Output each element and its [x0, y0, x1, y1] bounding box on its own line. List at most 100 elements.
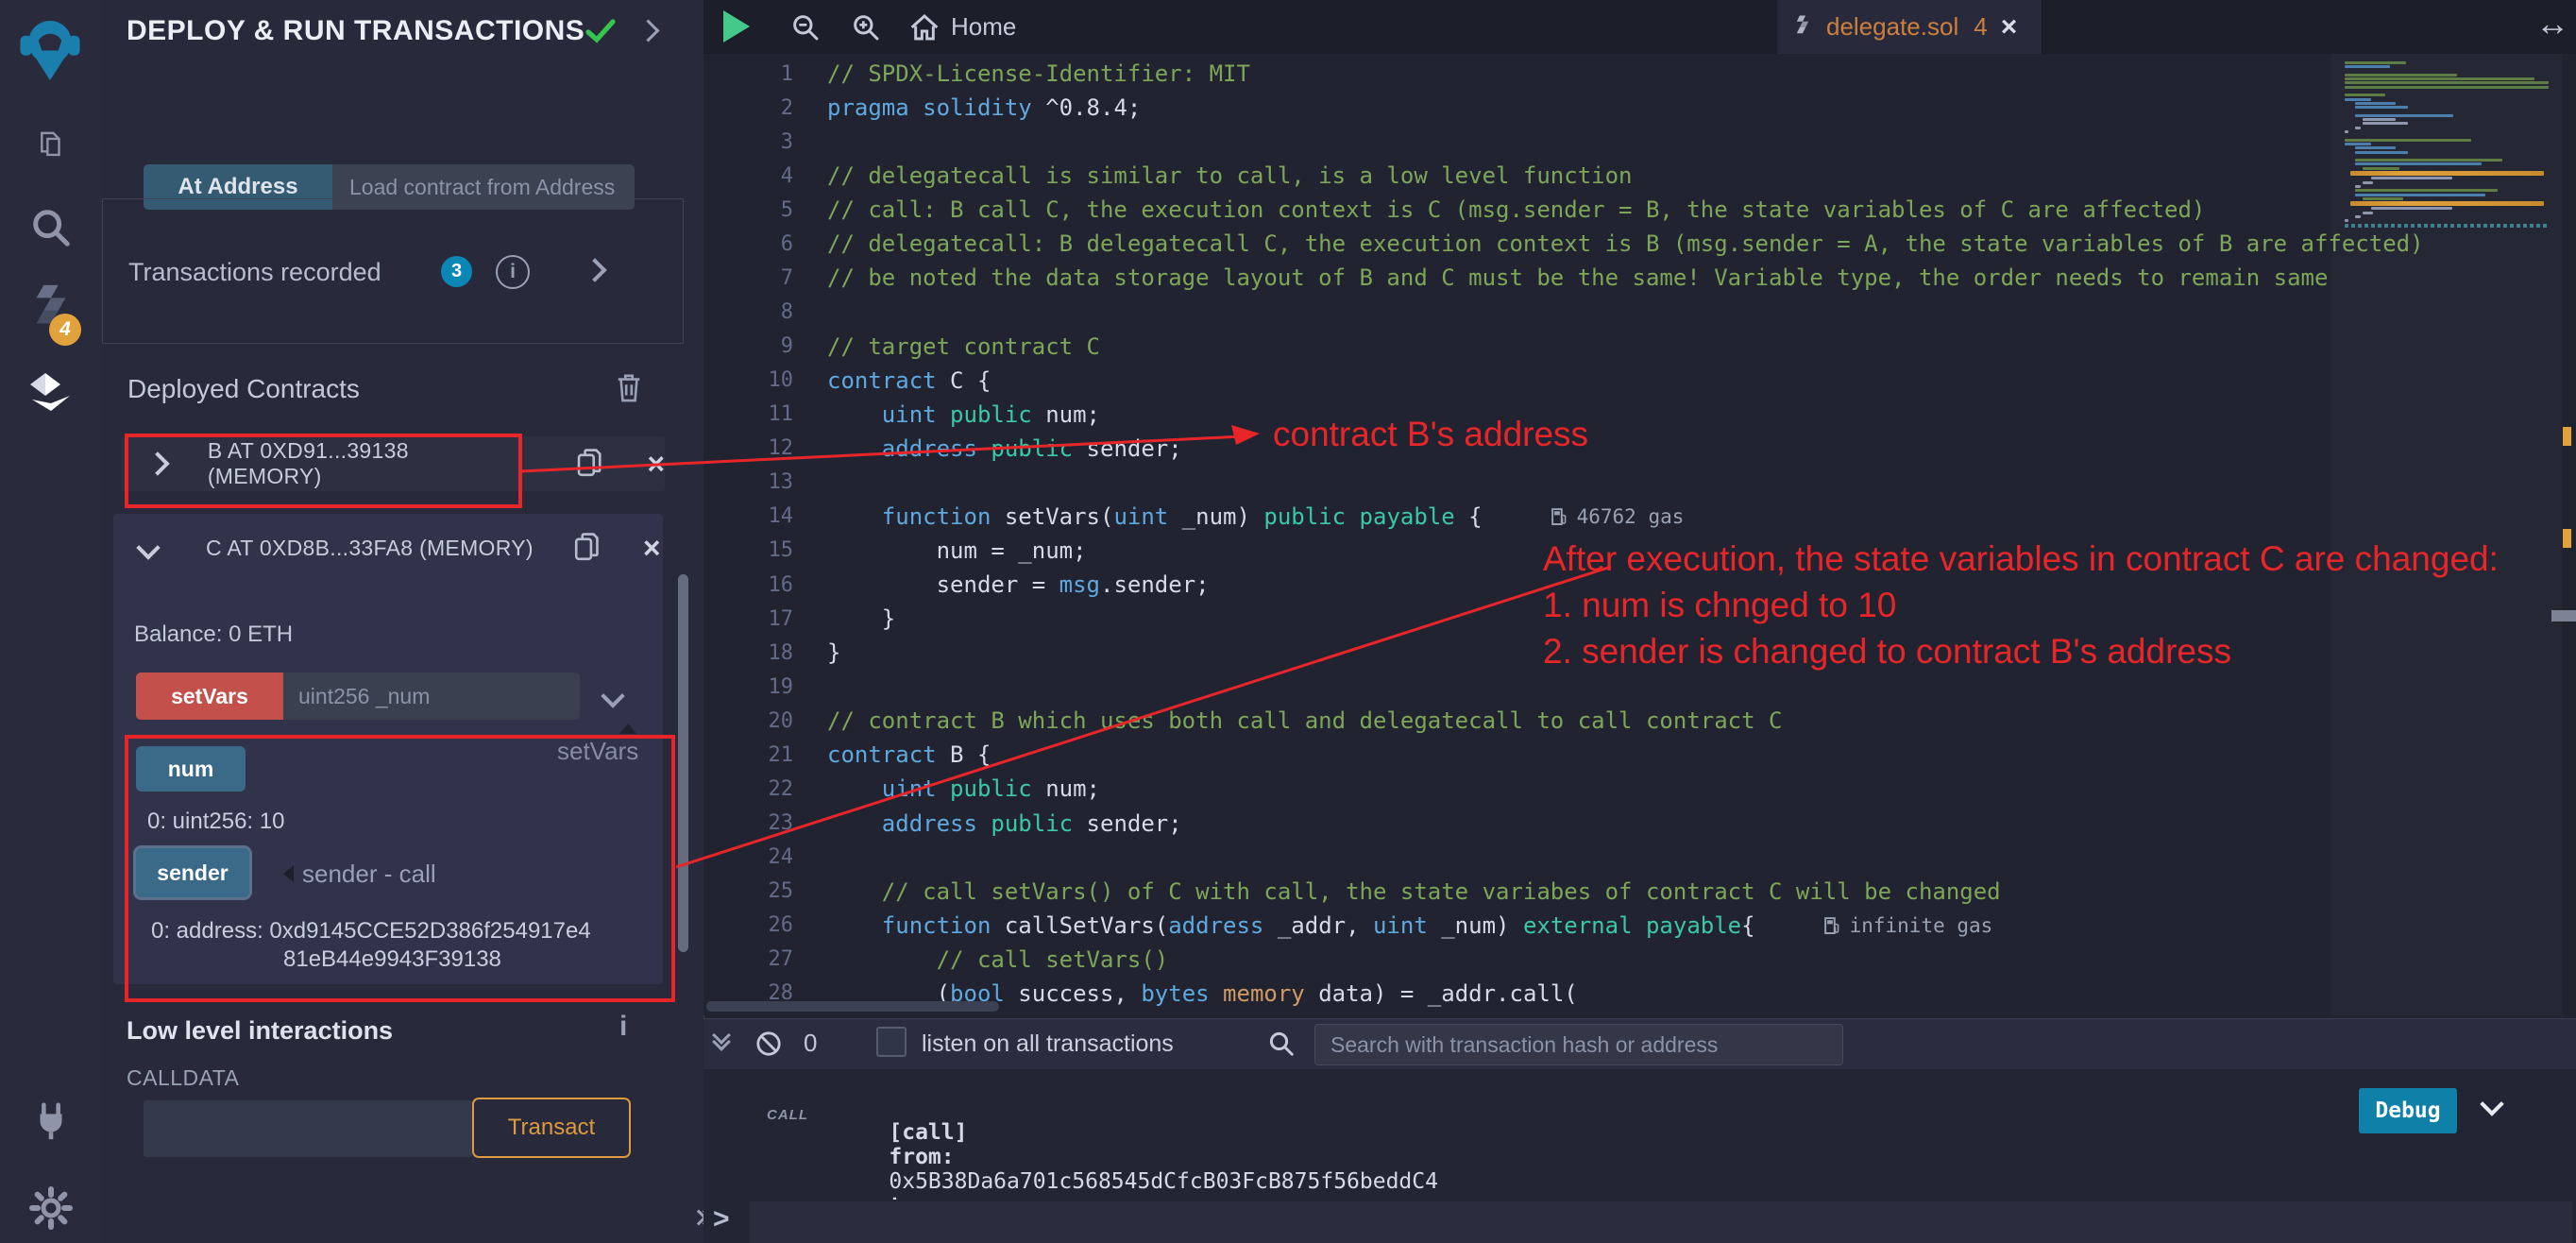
tab-close-icon[interactable]: ×: [2001, 12, 2018, 42]
setvars-arg-input[interactable]: [283, 673, 580, 720]
line-number[interactable]: 5: [703, 198, 793, 222]
remove-contract-b-icon[interactable]: ×: [647, 449, 665, 479]
code-line: 20// contract B which uses both call and…: [703, 704, 2576, 738]
line-number[interactable]: 14: [703, 504, 794, 528]
search-icon[interactable]: [0, 195, 102, 261]
expand-terminal-icon[interactable]: [712, 1026, 731, 1051]
deployed-contract-c-row[interactable]: C AT 0XD8B...33FA8 (MEMORY) ×: [113, 521, 663, 574]
copy-icon[interactable]: [573, 532, 602, 564]
copy-icon[interactable]: [576, 448, 604, 480]
line-number[interactable]: 12: [703, 436, 794, 460]
minimap-row: [2345, 65, 2390, 69]
solidity-compiler-icon[interactable]: 4: [0, 274, 102, 346]
minimap[interactable]: [2331, 54, 2562, 1015]
expand-args-icon[interactable]: [601, 684, 625, 708]
terminal-search-input[interactable]: [1314, 1024, 1843, 1065]
transactions-expand-icon[interactable]: [583, 258, 607, 282]
line-number[interactable]: 20: [703, 709, 794, 733]
low-level-interactions-title: Low level interactions: [127, 1016, 394, 1045]
transact-button[interactable]: Transact: [472, 1098, 631, 1158]
line-number[interactable]: 18: [703, 641, 794, 665]
minimap-row: [2363, 211, 2373, 214]
zoom-out-icon[interactable]: [789, 12, 822, 43]
line-number[interactable]: 24: [703, 845, 794, 869]
line-number[interactable]: 11: [703, 402, 794, 426]
expand-b-icon[interactable]: [145, 451, 170, 476]
tooltip-arrow-left: [283, 865, 294, 882]
code-line: 27 // call setVars(): [703, 943, 2576, 977]
setvars-ghost-tooltip: setVars: [557, 737, 639, 765]
line-number[interactable]: 10: [703, 368, 794, 392]
activity-bar: 4: [0, 0, 103, 1243]
panel-title: DEPLOY & RUN TRANSACTIONS: [127, 15, 585, 46]
editor-tabbar: Home delegate.sol 4 × ↔: [703, 0, 2576, 55]
code-line: 11 uint public num;: [703, 398, 2576, 432]
tab-delegate-sol[interactable]: delegate.sol 4 ×: [1777, 0, 2042, 54]
home-icon: [910, 13, 939, 40]
line-number[interactable]: 1: [703, 62, 793, 86]
line-number[interactable]: 3: [703, 130, 793, 154]
minimap-row: [2345, 94, 2385, 97]
deploy-run-icon[interactable]: [0, 359, 102, 425]
num-button[interactable]: num: [136, 746, 246, 792]
horizontal-scrollbar[interactable]: [706, 1001, 999, 1012]
ruler-thumb[interactable]: [2551, 610, 2576, 622]
line-number[interactable]: 19: [703, 675, 794, 699]
plugin-manager-icon[interactable]: [0, 1088, 102, 1154]
sender-button[interactable]: sender: [136, 848, 249, 897]
line-number[interactable]: 16: [703, 573, 794, 597]
line-number[interactable]: 17: [703, 607, 794, 631]
trash-icon[interactable]: [615, 370, 643, 404]
overview-ruler[interactable]: [2551, 54, 2576, 1015]
file-explorer-icon[interactable]: [0, 111, 102, 178]
line-number[interactable]: 6: [703, 232, 793, 256]
resize-horizontal-icon[interactable]: ↔: [2535, 4, 2569, 43]
remove-contract-c-icon[interactable]: ×: [643, 533, 661, 563]
minimap-row: [2345, 81, 2549, 85]
run-script-icon[interactable]: [723, 10, 750, 43]
minimap-row: [2355, 162, 2482, 166]
panel-collapse-icon[interactable]: [636, 19, 660, 43]
debug-button[interactable]: Debug: [2359, 1088, 2457, 1133]
line-number[interactable]: 7: [703, 266, 793, 290]
line-number[interactable]: 4: [703, 164, 793, 188]
deployed-contract-b-row[interactable]: B AT 0XD91...39138 (MEMORY) ×: [123, 436, 665, 491]
panel-scrollbar[interactable]: [678, 574, 688, 952]
remix-logo[interactable]: [10, 8, 90, 87]
line-number[interactable]: 21: [703, 743, 794, 767]
tab-problem-badge: 4: [1974, 12, 1988, 41]
line-number[interactable]: 2: [703, 96, 793, 120]
listen-checkbox[interactable]: [876, 1027, 907, 1057]
code-line: 25 // call setVars() of C with call, the…: [703, 875, 2576, 909]
line-number[interactable]: 13: [703, 470, 794, 494]
sender-tooltip: sender - call: [302, 860, 436, 888]
info-icon[interactable]: i: [496, 255, 530, 289]
terminal-input[interactable]: [750, 1201, 2572, 1243]
line-number[interactable]: 9: [703, 334, 793, 358]
calldata-input[interactable]: [144, 1100, 472, 1157]
line-number[interactable]: 22: [703, 777, 794, 801]
line-number[interactable]: 25: [703, 879, 794, 903]
code-line: 16 sender = msg.sender;: [703, 568, 2576, 602]
balance-label: Balance: 0 ETH: [134, 622, 294, 647]
num-result: 0: uint256: 10: [147, 809, 285, 834]
log-call-bracket: [call]: [889, 1120, 968, 1145]
line-number[interactable]: 8: [703, 300, 793, 324]
line-number[interactable]: 26: [703, 913, 794, 937]
low-level-info-icon[interactable]: i: [619, 1011, 627, 1043]
settings-gear-icon[interactable]: [0, 1175, 102, 1241]
line-number[interactable]: 15: [703, 538, 794, 562]
zoom-in-icon[interactable]: [850, 12, 882, 43]
code-editor[interactable]: 1// SPDX-License-Identifier: MIT 2 pragma …: [703, 54, 2576, 1015]
setvars-button[interactable]: setVars: [136, 673, 283, 720]
ruler-mark: [2563, 427, 2571, 446]
tab-home[interactable]: Home: [909, 0, 1016, 54]
line-number[interactable]: 23: [703, 811, 794, 835]
minimap-row: [2355, 159, 2502, 162]
code-line: 14 function setVars(uint _num) public pa…: [703, 500, 2576, 534]
clear-console-icon[interactable]: [755, 1030, 782, 1057]
collapse-c-icon[interactable]: [136, 536, 161, 560]
line-number[interactable]: 27: [703, 947, 794, 971]
log-expand-icon[interactable]: [2480, 1092, 2504, 1116]
sender-result-line1: 0: address: 0xd9145CCE52D386f254917e4: [151, 918, 591, 944]
